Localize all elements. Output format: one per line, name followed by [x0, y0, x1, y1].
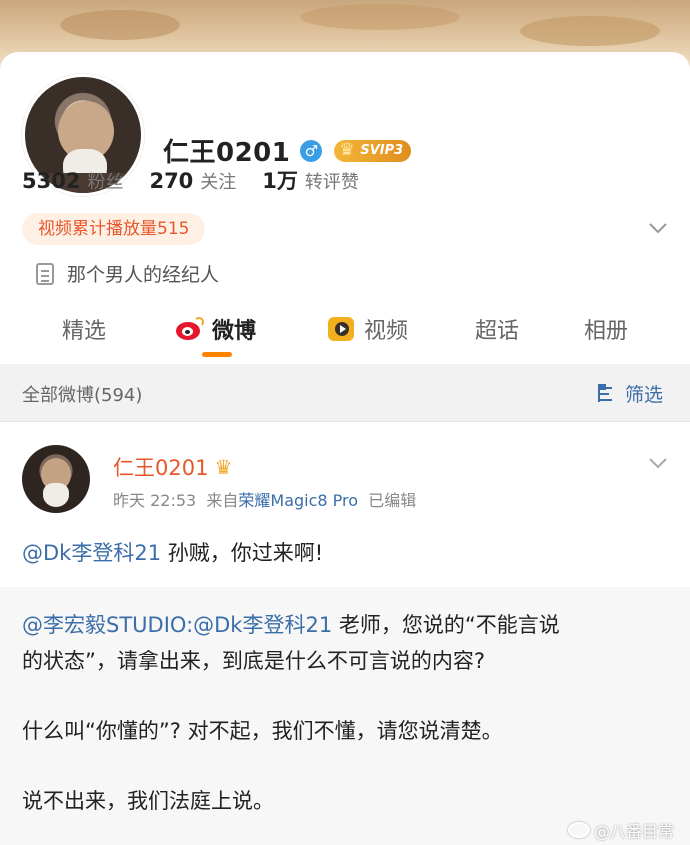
tab-album-label: 相册: [584, 319, 629, 344]
all-posts-count[interactable]: 全部微博(594): [22, 381, 142, 407]
post-mention-link[interactable]: @Dk李登科21: [22, 541, 161, 565]
post-from-prefix: 来自: [206, 491, 239, 510]
stat-interactions-label: 转评赞: [304, 172, 359, 193]
tab-supertopic[interactable]: 超话: [475, 313, 519, 345]
stat-fans-value: 5302: [22, 169, 81, 193]
male-icon: ♂: [300, 139, 323, 162]
repost-line-4: 说不出来，我们法庭上说。: [22, 789, 274, 813]
crown-icon: ♛: [214, 455, 233, 479]
post-body: @Dk李登科21 孙贼，你过来啊!: [22, 537, 323, 567]
tab-video[interactable]: 视频: [326, 313, 408, 345]
profile-bio: 那个男人的经纪人: [36, 260, 219, 287]
post-author-row: 仁王0201 ♛: [113, 452, 232, 482]
repost-mention-studio[interactable]: @李宏毅STUDIO: [22, 613, 186, 637]
stat-following-label: 关注: [200, 172, 237, 193]
filter-icon: [598, 383, 620, 404]
post-menu-chevron-icon[interactable]: [648, 453, 668, 473]
tab-weibo[interactable]: 微博: [174, 313, 256, 345]
stat-fans[interactable]: 5302 粉丝: [22, 168, 123, 194]
repost-line-1: @李宏毅STUDIO:@Dk李登科21 老师，您说的“不能言说: [22, 607, 672, 643]
filter-label: 筛选: [625, 384, 664, 406]
filter-bar: 全部微博(594) 筛选: [0, 364, 690, 422]
watermark: @八番目常: [568, 818, 674, 842]
bio-text: 那个男人的经纪人: [67, 264, 220, 286]
stat-fans-label: 粉丝: [87, 172, 124, 193]
weibo-icon: [174, 317, 204, 341]
reposted-content[interactable]: @李宏毅STUDIO:@Dk李登科21 老师，您说的“不能言说 的状态”，请拿出…: [0, 587, 690, 845]
svip-badge[interactable]: SVIP3: [334, 139, 412, 162]
active-tab-indicator: [202, 352, 232, 357]
stat-interactions[interactable]: 1万 转评赞: [262, 165, 359, 195]
post-author-name[interactable]: 仁王0201: [113, 452, 208, 482]
document-icon: [36, 262, 54, 285]
repost-line-1-text: 老师，您说的“不能言说: [332, 613, 560, 637]
weibo-watermark-icon: [568, 822, 590, 838]
video-play-count-tag[interactable]: 视频累计播放量515: [22, 213, 206, 245]
profile-name-row: 仁王0201 ♂ SVIP3: [163, 132, 412, 169]
profile-tabs: 精选 微博 视频 超话 相册: [0, 305, 690, 363]
repost-line-3: 什么叫“你懂的”? 对不起，我们不懂，请您说清楚。: [22, 719, 503, 743]
post-source[interactable]: 荣耀Magic8 Pro: [238, 491, 358, 510]
weibo-post: 仁王0201 ♛ 昨天 22:53 来自荣耀Magic8 Pro 已编辑 @Dk…: [0, 423, 690, 845]
post-text: 孙贼，你过来啊!: [161, 541, 324, 565]
post-edited-label[interactable]: 已编辑: [368, 491, 416, 510]
repost-line-2: 的状态”，请拿出来，到底是什么不可言说的内容?: [22, 649, 486, 673]
watermark-text: @八番目常: [594, 822, 675, 841]
post-author-avatar[interactable]: [22, 445, 90, 513]
tab-featured-label: 精选: [62, 319, 107, 344]
profile-name: 仁王0201: [163, 138, 291, 168]
tab-supertopic-label: 超话: [475, 319, 520, 344]
tab-weibo-label: 微博: [212, 319, 257, 344]
repost-mention-dk[interactable]: @Dk李登科21: [193, 613, 332, 637]
tab-video-label: 视频: [364, 319, 409, 344]
stat-following[interactable]: 270 关注: [149, 168, 236, 194]
post-meta: 昨天 22:53 来自荣耀Magic8 Pro 已编辑: [113, 487, 416, 511]
filter-button[interactable]: 筛选: [598, 380, 663, 407]
tab-album[interactable]: 相册: [584, 313, 628, 345]
post-time: 昨天 22:53: [113, 491, 197, 510]
stat-interactions-value: 1万: [262, 169, 298, 193]
tab-featured[interactable]: 精选: [62, 313, 106, 345]
chevron-down-icon[interactable]: [648, 218, 668, 238]
profile-stats: 5302 粉丝 270 关注 1万 转评赞: [22, 165, 385, 195]
video-play-icon: [326, 317, 356, 341]
stat-following-value: 270: [149, 169, 194, 193]
